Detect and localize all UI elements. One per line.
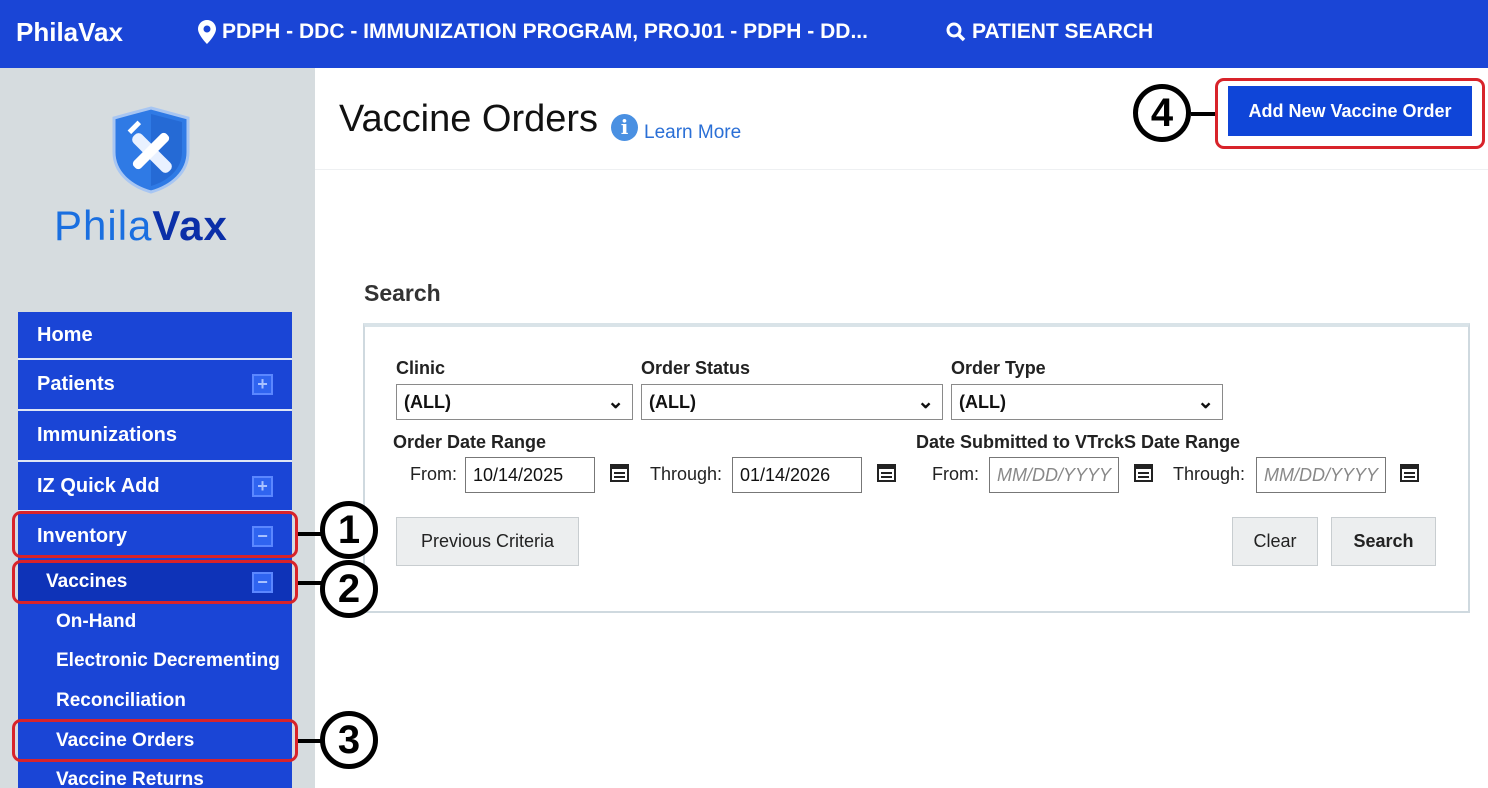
brand-title[interactable]: PhilaVax: [16, 17, 123, 48]
nav-vaccine-returns[interactable]: Vaccine Returns: [18, 761, 292, 788]
annotation-connector-3: [298, 739, 322, 743]
annotation-box-4: [1215, 78, 1485, 149]
nav-home-label: Home: [37, 323, 93, 346]
annotation-marker-4: 4: [1133, 84, 1191, 142]
nav-immunizations-label: Immunizations: [37, 424, 178, 446]
previous-criteria-button[interactable]: Previous Criteria: [396, 517, 579, 566]
chevron-down-icon: ⌄: [917, 391, 934, 413]
annotation-marker-1: 1: [320, 501, 378, 559]
calendar-icon[interactable]: [877, 464, 896, 482]
expand-plus-icon[interactable]: +: [252, 374, 273, 395]
patient-search-label: PATIENT SEARCH: [972, 20, 1154, 43]
chevron-down-icon: ⌄: [607, 391, 624, 413]
calendar-icon[interactable]: [610, 464, 629, 482]
annotation-connector-2: [298, 581, 322, 585]
search-icon: [946, 22, 966, 42]
calendar-icon[interactable]: [1134, 464, 1153, 482]
order-status-label: Order Status: [641, 358, 751, 378]
nav-patients-label: Patients: [37, 373, 115, 395]
annotation-connector-4: [1191, 112, 1215, 116]
order-from-label: From:: [410, 464, 457, 484]
nav-on-hand-label: On-Hand: [56, 611, 137, 632]
submitted-through-label: Through:: [1173, 464, 1246, 484]
learn-more-link[interactable]: Learn More: [644, 122, 741, 144]
order-date-range-label: Order Date Range: [393, 432, 547, 452]
annotation-box-2: [12, 560, 298, 604]
annotation-marker-2: 2: [320, 560, 378, 618]
order-through-label: Through:: [650, 464, 723, 484]
philavax-logo-text: PhilaVax: [54, 202, 228, 249]
search-heading: Search: [364, 280, 441, 306]
submitted-date-range-label: Date Submitted to VTrckS Date Range: [916, 432, 1241, 452]
nav-home[interactable]: Home: [18, 312, 292, 360]
nav-on-hand[interactable]: On-Hand: [18, 603, 292, 641]
annotation-connector-1: [298, 532, 322, 536]
nav-iz-quick-add[interactable]: IZ Quick Add +: [18, 462, 292, 512]
nav-patients[interactable]: Patients +: [18, 360, 292, 411]
location-selector[interactable]: PDPH - DDC - IMMUNIZATION PROGRAM, PROJ0…: [198, 20, 868, 44]
nav-electronic-decrementing[interactable]: Electronic Decrementing: [18, 641, 292, 681]
nav-reconciliation-label: Reconciliation: [56, 690, 186, 711]
map-pin-icon: [198, 20, 216, 44]
nav-reconciliation[interactable]: Reconciliation: [18, 681, 292, 721]
calendar-icon[interactable]: [1400, 464, 1419, 482]
submitted-through-date-input[interactable]: MM/DD/YYYY: [1256, 457, 1386, 493]
nav-vaccine-returns-label: Vaccine Returns: [56, 769, 204, 788]
order-status-select-value: (ALL): [649, 392, 696, 412]
clinic-label: Clinic: [396, 358, 446, 378]
order-type-select[interactable]: (ALL) ⌄: [951, 384, 1223, 420]
order-through-date-input[interactable]: 01/14/2026: [732, 457, 862, 493]
page-title: Vaccine Orders: [339, 98, 599, 140]
submitted-from-date-input[interactable]: MM/DD/YYYY: [989, 457, 1119, 493]
nav-iz-quick-add-label: IZ Quick Add: [37, 474, 160, 497]
nav-electronic-decrementing-label: Electronic Decrementing: [56, 650, 280, 671]
annotation-box-3: [12, 719, 298, 762]
clinic-select[interactable]: (ALL) ⌄: [396, 384, 633, 420]
order-type-select-value: (ALL): [959, 392, 1006, 412]
top-bar: PhilaVax PDPH - DDC - IMMUNIZATION PROGR…: [0, 0, 1488, 68]
annotation-marker-3: 3: [320, 711, 378, 769]
search-button[interactable]: Search: [1331, 517, 1436, 566]
order-from-date-input[interactable]: 10/14/2025: [465, 457, 595, 493]
expand-plus-icon[interactable]: +: [252, 475, 273, 497]
patient-search-link[interactable]: PATIENT SEARCH: [946, 20, 1153, 44]
chevron-down-icon: ⌄: [1197, 391, 1214, 413]
philavax-shield-icon: [112, 106, 190, 194]
submitted-from-label: From:: [932, 464, 979, 484]
clear-button[interactable]: Clear: [1232, 517, 1318, 566]
nav-immunizations[interactable]: Immunizations: [18, 411, 292, 462]
clinic-select-value: (ALL): [404, 392, 451, 412]
info-icon[interactable]: i: [611, 114, 638, 141]
annotation-box-1: [12, 511, 298, 558]
order-type-label: Order Type: [951, 358, 1046, 378]
location-text: PDPH - DDC - IMMUNIZATION PROGRAM, PROJ0…: [222, 20, 868, 43]
order-status-select[interactable]: (ALL) ⌄: [641, 384, 943, 420]
